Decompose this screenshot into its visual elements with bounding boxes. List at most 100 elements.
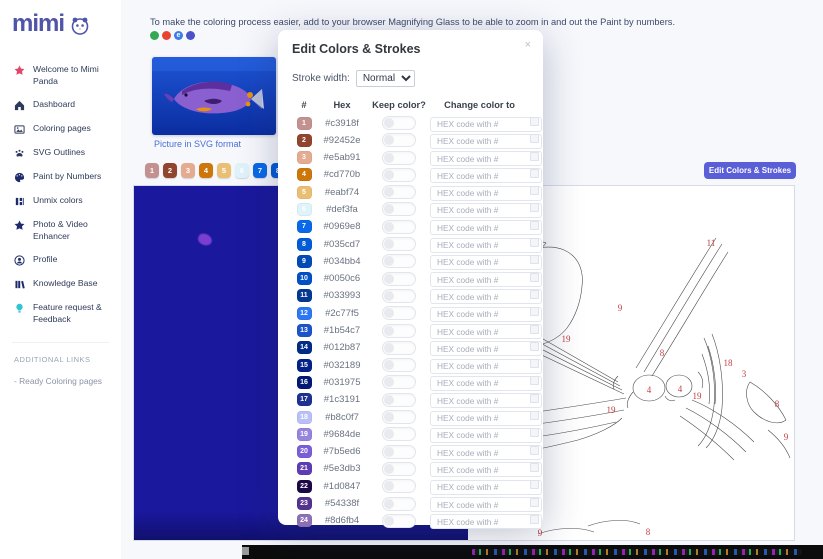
keep-color-toggle[interactable] — [382, 202, 416, 216]
hex-code-input[interactable] — [430, 341, 542, 356]
color-picker-box[interactable] — [530, 342, 539, 351]
keep-color-toggle[interactable] — [382, 358, 416, 372]
color-picker-box[interactable] — [530, 203, 539, 212]
keep-color-toggle[interactable] — [382, 116, 416, 130]
close-icon[interactable]: × — [525, 40, 531, 51]
hex-code-input[interactable] — [430, 220, 542, 235]
keep-color-toggle[interactable] — [382, 410, 416, 424]
color-chip-7[interactable]: 7 — [253, 163, 267, 178]
color-picker-box[interactable] — [530, 117, 539, 126]
color-picker-box[interactable] — [530, 428, 539, 437]
hex-code-input[interactable] — [430, 168, 542, 183]
sidebar-item-welcome[interactable]: Welcome to Mimi Panda — [0, 58, 121, 93]
additional-link-ready-coloring-pages[interactable]: - Ready Coloring pages — [0, 364, 121, 386]
color-picker-box[interactable] — [530, 238, 539, 247]
hex-code-input[interactable] — [430, 289, 542, 304]
hex-code-input[interactable] — [430, 272, 542, 287]
keep-color-toggle[interactable] — [382, 324, 416, 338]
color-picker-box[interactable] — [530, 376, 539, 385]
color-picker-box[interactable] — [530, 515, 539, 524]
sidebar-item-coloring-pages[interactable]: Coloring pages — [0, 117, 121, 141]
keep-color-toggle[interactable] — [382, 445, 416, 459]
hex-code-input[interactable] — [430, 238, 542, 253]
indigo-browser-icon[interactable] — [186, 31, 195, 40]
color-picker-box[interactable] — [530, 325, 539, 334]
keep-color-toggle[interactable] — [382, 289, 416, 303]
hex-code-input[interactable] — [430, 497, 542, 512]
keep-color-toggle[interactable] — [382, 185, 416, 199]
sidebar-item-paint-by-numbers[interactable]: Paint by Numbers — [0, 165, 121, 189]
keep-color-toggle[interactable] — [382, 341, 416, 355]
keep-color-toggle[interactable] — [382, 427, 416, 441]
sidebar-item-svg-outlines[interactable]: SVG Outlines — [0, 141, 121, 165]
sidebar-item-photo-video-enhancer[interactable]: Photo & Video Enhancer — [0, 213, 121, 248]
color-picker-box[interactable] — [530, 480, 539, 489]
keep-color-toggle[interactable] — [382, 168, 416, 182]
color-picker-box[interactable] — [530, 498, 539, 507]
hex-code-input[interactable] — [430, 324, 542, 339]
sidebar-item-feature-request-feedback[interactable]: Feature request & Feedback — [0, 296, 121, 331]
keep-color-toggle[interactable] — [382, 151, 416, 165]
color-chip-3[interactable]: 3 — [181, 163, 195, 178]
hex-code-input[interactable] — [430, 117, 542, 132]
color-chip-1[interactable]: 1 — [145, 163, 159, 178]
red-browser-icon[interactable] — [162, 31, 171, 40]
color-picker-box[interactable] — [530, 290, 539, 299]
keep-color-toggle[interactable] — [382, 133, 416, 147]
green-browser-icon[interactable] — [150, 31, 159, 40]
color-picker-box[interactable] — [530, 221, 539, 230]
hex-code-input[interactable] — [430, 203, 542, 218]
color-picker-box[interactable] — [530, 411, 539, 420]
color-chip-6[interactable]: 6 — [235, 163, 249, 178]
color-picker-box[interactable] — [530, 255, 539, 264]
color-picker-box[interactable] — [530, 152, 539, 161]
hex-code-input[interactable] — [430, 134, 542, 149]
hex-code-input[interactable] — [430, 480, 542, 495]
sidebar-item-unmix-colors[interactable]: Unmix colors — [0, 189, 121, 213]
hex-code-input[interactable] — [430, 307, 542, 322]
edit-colors-strokes-button[interactable]: Edit Colors & Strokes — [704, 162, 796, 179]
keep-color-toggle[interactable] — [382, 514, 416, 528]
sidebar-item-knowledge-base[interactable]: Knowledge Base — [0, 272, 121, 296]
hex-code-input[interactable] — [430, 462, 542, 477]
hex-code-input[interactable] — [430, 151, 542, 166]
hex-code-input[interactable] — [430, 393, 542, 408]
color-chip-4[interactable]: 4 — [199, 163, 213, 178]
keep-color-toggle[interactable] — [382, 237, 416, 251]
keep-color-toggle[interactable] — [382, 497, 416, 511]
sidebar-item-profile[interactable]: Profile — [0, 248, 121, 272]
keep-color-toggle[interactable] — [382, 462, 416, 476]
hex-code-input[interactable] — [430, 514, 542, 529]
col-hex: Hex — [316, 100, 368, 110]
color-picker-box[interactable] — [530, 307, 539, 316]
source-image-thumbnail[interactable] — [152, 57, 276, 135]
keep-color-toggle[interactable] — [382, 375, 416, 389]
hex-code-input[interactable] — [430, 255, 542, 270]
keep-color-toggle[interactable] — [382, 220, 416, 234]
keep-color-toggle[interactable] — [382, 306, 416, 320]
keep-color-toggle[interactable] — [382, 479, 416, 493]
hex-code-input[interactable] — [430, 428, 542, 443]
color-picker-box[interactable] — [530, 169, 539, 178]
stroke-width-select[interactable]: Normal — [356, 70, 415, 87]
sidebar-item-dashboard[interactable]: Dashboard — [0, 93, 121, 117]
color-chip-2[interactable]: 2 — [163, 163, 177, 178]
color-picker-box[interactable] — [530, 463, 539, 472]
keep-color-toggle[interactable] — [382, 272, 416, 286]
hex-code-input[interactable] — [430, 376, 542, 391]
color-chip-5[interactable]: 5 — [217, 163, 231, 178]
logo[interactable]: mimi — [0, 0, 121, 38]
keep-color-toggle[interactable] — [382, 254, 416, 268]
hex-code-input[interactable] — [430, 411, 542, 426]
color-picker-box[interactable] — [530, 134, 539, 143]
color-picker-box[interactable] — [530, 273, 539, 282]
color-picker-box[interactable] — [530, 186, 539, 195]
color-picker-box[interactable] — [530, 359, 539, 368]
edge-browser-icon[interactable]: e — [174, 31, 183, 40]
color-picker-box[interactable] — [530, 394, 539, 403]
hex-code-input[interactable] — [430, 359, 542, 374]
hex-code-input[interactable] — [430, 186, 542, 201]
hex-code-input[interactable] — [430, 445, 542, 460]
color-picker-box[interactable] — [530, 446, 539, 455]
keep-color-toggle[interactable] — [382, 393, 416, 407]
